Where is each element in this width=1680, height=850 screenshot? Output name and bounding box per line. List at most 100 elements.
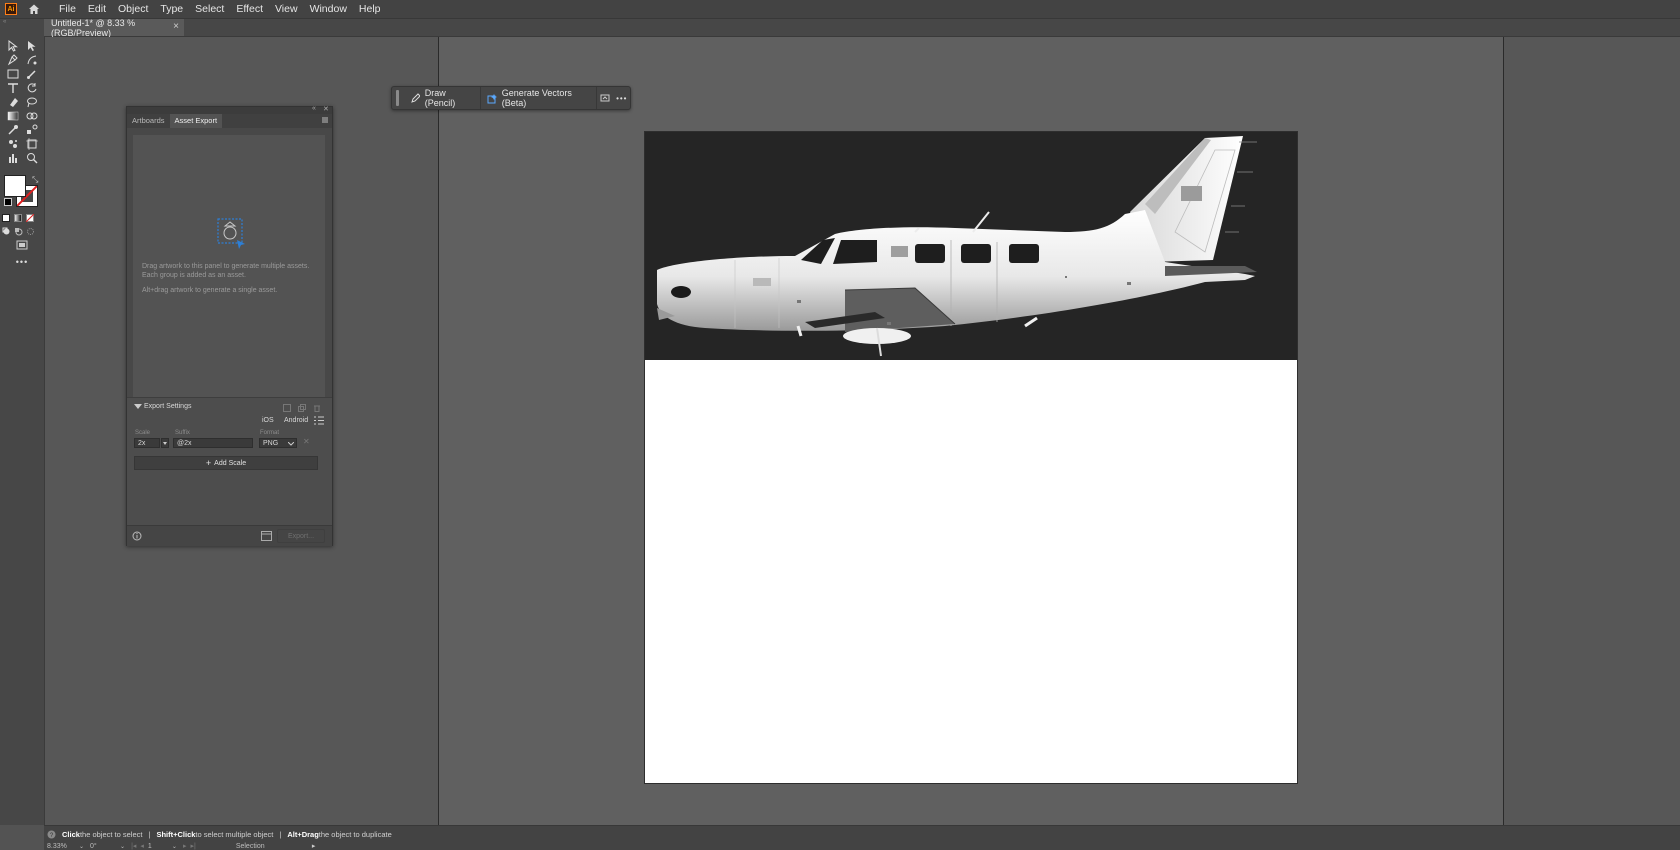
default-colors-icon[interactable] [4,198,12,206]
format-value: PNG [263,440,279,447]
paintbrush-tool-icon[interactable] [23,67,41,81]
format-column-label: Format [260,430,280,436]
duplicate-icon[interactable] [298,403,306,415]
document-tabs: Untitled-1* @ 8.33 % (RGB/Preview) × [44,17,1680,38]
info-icon[interactable] [132,531,142,541]
chevron-down-icon[interactable]: ⌄ [79,843,84,850]
draw-pencil-button[interactable]: Draw (Pencil) [405,87,481,109]
suffix-input[interactable]: @2x [173,438,253,448]
swap-fill-stroke-icon[interactable]: ⤡ [32,175,38,185]
artboard-number[interactable]: 1 [148,843,172,850]
hint-alt-text: the object to duplicate [318,830,392,839]
pen-tool-icon[interactable] [4,53,22,67]
edit-toolbar-icon[interactable]: ••• [13,255,31,269]
rotation-value[interactable]: 0° [90,843,120,850]
color-mode-icon[interactable] [0,211,12,225]
list-view-icon[interactable] [314,416,324,425]
close-tab-icon[interactable]: × [173,21,179,32]
menu-edit[interactable]: Edit [82,0,112,18]
document-title: Untitled-1* @ 8.33 % (RGB/Preview) [51,17,136,38]
draw-behind-icon[interactable] [12,224,24,238]
menu-type[interactable]: Type [154,0,189,18]
collapse-panel-icon[interactable]: « [312,105,316,112]
add-scale-button[interactable]: + Add Scale [134,456,318,470]
fill-stroke-widget[interactable]: ⤡ [4,175,40,207]
panel-menu-icon[interactable] [321,116,329,124]
export-settings-toggle[interactable]: Export Settings [134,403,191,410]
scale-select[interactable]: 2x [134,438,160,448]
export-settings-label: Export Settings [144,403,192,410]
export-settings-section: Export Settings iOS Android Scale Suffix… [127,397,332,533]
home-icon[interactable] [27,2,41,16]
drag-handle-icon[interactable] [396,90,399,106]
chevron-down-icon [134,403,142,409]
ios-preset-button[interactable]: iOS [262,417,274,424]
artboard-tool-icon[interactable] [23,137,41,151]
zoom-level[interactable]: 8.33% [47,843,79,850]
selection-tool-icon[interactable] [4,39,22,53]
remove-scale-icon[interactable]: ✕ [303,437,310,446]
menu-effect[interactable]: Effect [230,0,269,18]
artboard[interactable] [645,132,1297,783]
zoom-tool-icon[interactable] [23,151,41,165]
menu-file[interactable]: File [53,0,82,18]
type-tool-icon[interactable] [4,81,22,95]
eyedropper-tool-icon[interactable] [4,123,22,137]
airplane-artwork[interactable] [645,132,1297,360]
lasso-tool-icon[interactable] [23,95,41,109]
export-for-screens-icon[interactable] [261,531,272,541]
panel-footer: Export... [127,525,332,546]
symbol-sprayer-tool-icon[interactable] [4,137,22,151]
graph-tool-icon[interactable] [4,151,22,165]
add-preset-icon[interactable] [283,403,291,415]
android-preset-button[interactable]: Android [284,417,308,424]
chevron-down-icon[interactable]: ⌄ [172,843,177,850]
toolbar-collapse-icon[interactable]: « [0,19,47,25]
asset-drop-zone[interactable]: Drag artwork to this panel to generate m… [133,135,325,397]
curvature-tool-icon[interactable] [23,53,41,67]
menu-select[interactable]: Select [189,0,230,18]
trash-icon[interactable] [313,403,321,415]
asset-export-placeholder-icon [217,218,245,249]
suffix-column-label: Suffix [175,430,190,436]
panel-tab-strip: Artboards Asset Export [127,114,332,128]
format-select[interactable]: PNG [259,438,297,448]
none-mode-icon[interactable] [24,211,36,225]
menu-help[interactable]: Help [353,0,387,18]
tab-artboards[interactable]: Artboards [127,114,170,128]
hint-click-key: Click [62,830,80,839]
draw-pencil-label: Draw (Pencil) [424,88,456,108]
hint-shift-key: Shift+Click [156,830,196,839]
screen-mode-icon[interactable] [13,238,31,252]
pin-bar-icon[interactable] [597,87,613,109]
generate-vectors-icon [487,93,497,103]
menu-object[interactable]: Object [112,0,154,18]
scale-dropdown-icon[interactable] [161,438,169,448]
blend-tool-icon[interactable] [23,123,41,137]
close-panel-icon[interactable]: ✕ [323,105,329,113]
tool-mode: Selection [235,842,265,850]
panel-titlebar[interactable]: « ✕ [127,105,332,114]
eraser-tool-icon[interactable] [4,95,22,109]
direct-selection-tool-icon[interactable] [23,39,41,53]
fill-swatch-icon[interactable] [4,175,26,197]
rectangle-tool-icon[interactable] [4,67,22,81]
tab-asset-export[interactable]: Asset Export [169,114,223,128]
help-icon[interactable]: ? [47,830,56,839]
menu-window[interactable]: Window [304,0,353,18]
menu-view[interactable]: View [269,0,304,18]
status-bar: ? Click the object to select | Shift+Cli… [44,825,1680,850]
gradient-mode-icon[interactable] [12,211,24,225]
airplane-image [657,136,1257,357]
rotate-tool-icon[interactable] [23,81,41,95]
more-options-icon[interactable]: ••• [614,87,630,109]
export-button[interactable]: Export... [277,529,325,543]
hint-shift-text: to select multiple object [195,830,274,839]
chevron-down-icon[interactable]: ⌄ [120,843,125,850]
draw-inside-icon[interactable] [24,224,36,238]
document-tab[interactable]: Untitled-1* @ 8.33 % (RGB/Preview) × [44,17,184,38]
gradient-tool-icon[interactable] [4,109,22,123]
generate-vectors-button[interactable]: Generate Vectors (Beta) [481,87,598,109]
shape-builder-tool-icon[interactable] [23,109,41,123]
draw-normal-icon[interactable] [0,224,12,238]
